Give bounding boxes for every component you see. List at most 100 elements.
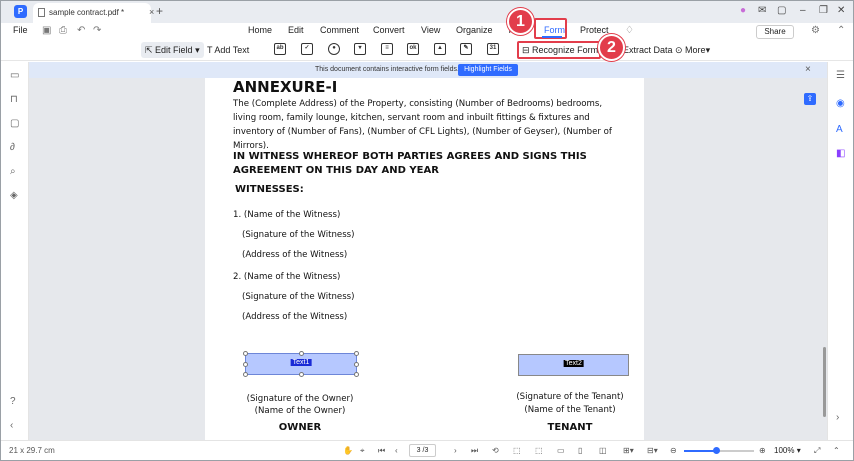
page-mode-icon[interactable]: ⊞▾ xyxy=(623,446,634,455)
text-field-1[interactable]: Text1 xyxy=(243,351,359,377)
file-menu[interactable]: File xyxy=(13,25,28,35)
document-tab[interactable]: sample contract.pdf * × xyxy=(33,3,154,23)
full-screen-icon[interactable]: ⤢ xyxy=(814,446,820,456)
close-notice-icon[interactable]: × xyxy=(805,64,811,75)
list-box-icon[interactable]: ≡ xyxy=(381,43,393,55)
help-icon[interactable]: ? xyxy=(10,396,16,407)
redo-icon[interactable]: ↷ xyxy=(93,25,101,36)
minimize-button[interactable]: – xyxy=(800,5,806,16)
tab-home[interactable]: Home xyxy=(248,25,272,35)
image-field-icon[interactable]: ▲ xyxy=(434,43,446,55)
thumbnail-icon[interactable]: ▭ xyxy=(10,70,19,81)
settings-icon[interactable]: ⚙ xyxy=(811,25,820,36)
text-field-2[interactable]: Text2 xyxy=(518,354,629,376)
step-2-badge: 2 xyxy=(598,34,625,61)
vertical-scrollbar[interactable] xyxy=(823,347,826,417)
search-icon[interactable]: ⌕ xyxy=(10,166,16,177)
notification-icon[interactable]: ▢ xyxy=(777,5,786,16)
document-tab-title: sample contract.pdf * xyxy=(49,8,125,17)
title-bar: P sample contract.pdf * × + ● ✉ ▢ – ❐ ✕ xyxy=(1,1,853,23)
text-field-1-label: Text1 xyxy=(290,359,312,366)
extract-data-label: Extract Data xyxy=(623,45,673,55)
comment-icon[interactable]: ▢ xyxy=(10,118,19,129)
tab-protect[interactable]: Protect xyxy=(580,25,609,35)
ai-assistant-icon[interactable]: ◉ xyxy=(836,98,845,109)
collapse-status-icon[interactable]: ⌃ xyxy=(833,446,840,455)
first-page-icon[interactable]: ⏮ xyxy=(378,446,385,456)
upload-icon[interactable]: ⇪ xyxy=(804,93,816,105)
print-icon[interactable]: ⎙ xyxy=(59,25,67,36)
pdf-page: ANNEXURE-I The (Complete Address) of the… xyxy=(205,78,644,440)
properties-icon[interactable]: ☰ xyxy=(836,70,845,81)
fit-page-icon[interactable]: ⬚ xyxy=(535,446,543,455)
message-icon[interactable]: ✉ xyxy=(758,5,766,16)
close-tab-icon[interactable]: × xyxy=(149,7,154,17)
view-mode-icon[interactable]: ⊟▾ xyxy=(647,446,658,455)
attachment-icon[interactable]: ∂ xyxy=(10,142,15,153)
lightbulb-icon[interactable]: ♢ xyxy=(625,25,634,36)
page-number-input[interactable]: 3 /3 xyxy=(409,444,436,457)
text-field-2-label: Text2 xyxy=(563,360,584,367)
tab-convert[interactable]: Convert xyxy=(373,25,405,35)
save-icon[interactable]: ▣ xyxy=(42,25,51,36)
zoom-slider-handle[interactable] xyxy=(712,447,720,454)
zoom-level-value: 100% xyxy=(774,446,795,455)
tenant-heading: TENANT xyxy=(547,422,593,433)
zoom-in-icon[interactable]: ⊕ xyxy=(759,446,766,455)
edit-field-label: Edit Field xyxy=(155,45,193,55)
tab-view[interactable]: View xyxy=(421,25,440,35)
zoom-level-select[interactable]: 100% ▾ xyxy=(774,444,806,457)
layers-icon[interactable]: ◈ xyxy=(10,190,18,201)
resize-handle[interactable] xyxy=(243,372,248,377)
restore-button[interactable]: ❐ xyxy=(819,5,828,16)
tab-organize[interactable]: Organize xyxy=(456,25,493,35)
witness-whereof-heading: IN WITNESS WHEREOF BOTH PARTIES AGREES A… xyxy=(233,151,587,176)
last-page-icon[interactable]: ⏭ xyxy=(471,446,478,456)
tab-edit[interactable]: Edit xyxy=(288,25,304,35)
radio-button-icon[interactable]: ● xyxy=(328,43,340,55)
highlight-fields-button[interactable]: Highlight Fields xyxy=(458,64,518,76)
avatar[interactable]: ● xyxy=(740,5,746,16)
next-page-icon[interactable]: › xyxy=(454,446,457,455)
edit-ai-icon[interactable]: ◧ xyxy=(836,148,845,159)
new-tab-button[interactable]: + xyxy=(156,4,163,18)
witness2-address: (Address of the Witness) xyxy=(242,312,348,322)
fit-width-icon[interactable]: ⬚ xyxy=(513,446,521,455)
resize-handle[interactable] xyxy=(354,362,359,367)
bookmark-icon[interactable]: ⊓ xyxy=(10,94,18,105)
resize-handle[interactable] xyxy=(243,351,248,356)
share-button[interactable]: Share xyxy=(756,25,794,39)
two-page-icon[interactable]: ▯ xyxy=(578,446,582,455)
resize-handle[interactable] xyxy=(354,351,359,356)
prev-page-icon[interactable]: ‹ xyxy=(395,446,398,455)
zoom-out-icon[interactable]: ⊖ xyxy=(670,446,677,455)
more-button[interactable]: ⊙ More▾ xyxy=(675,42,710,58)
collapse-ribbon-icon[interactable]: ⌃ xyxy=(837,25,845,36)
resize-handle[interactable] xyxy=(354,372,359,377)
window-close-button[interactable]: ✕ xyxy=(837,5,845,16)
add-text-button[interactable]: T Add Text xyxy=(207,42,249,58)
single-page-icon[interactable]: ▭ xyxy=(557,446,565,455)
translate-icon[interactable]: A xyxy=(836,124,843,135)
combo-box-icon[interactable]: ▾ xyxy=(354,43,366,55)
signature-field-icon[interactable]: ✎ xyxy=(460,43,472,55)
collapse-right-icon[interactable]: › xyxy=(836,412,839,423)
resize-handle[interactable] xyxy=(299,351,304,356)
zoom-slider[interactable] xyxy=(684,447,754,454)
edit-field-button[interactable]: ⇱ Edit Field ▾ xyxy=(141,42,204,58)
button-field-icon[interactable]: ok xyxy=(407,43,419,55)
undo-icon[interactable]: ↶ xyxy=(77,25,85,36)
collapse-left-icon[interactable]: ‹ xyxy=(10,420,13,431)
hand-tool-icon[interactable]: ✋ xyxy=(343,446,353,455)
resize-handle[interactable] xyxy=(299,372,304,377)
date-field-icon[interactable]: 31 xyxy=(487,43,499,55)
checkbox-icon[interactable]: ✓ xyxy=(301,43,313,55)
resize-handle[interactable] xyxy=(243,362,248,367)
text-field-icon[interactable]: ab xyxy=(274,43,286,55)
tenant-name-label: (Name of the Tenant) xyxy=(524,405,616,415)
tab-comment[interactable]: Comment xyxy=(320,25,359,35)
reading-mode-icon[interactable]: ◫ xyxy=(599,446,607,455)
tab-form[interactable]: Form xyxy=(544,25,565,35)
select-tool-icon[interactable]: ⌖ xyxy=(360,446,365,456)
rotate-icon[interactable]: ⟲ xyxy=(492,446,499,455)
